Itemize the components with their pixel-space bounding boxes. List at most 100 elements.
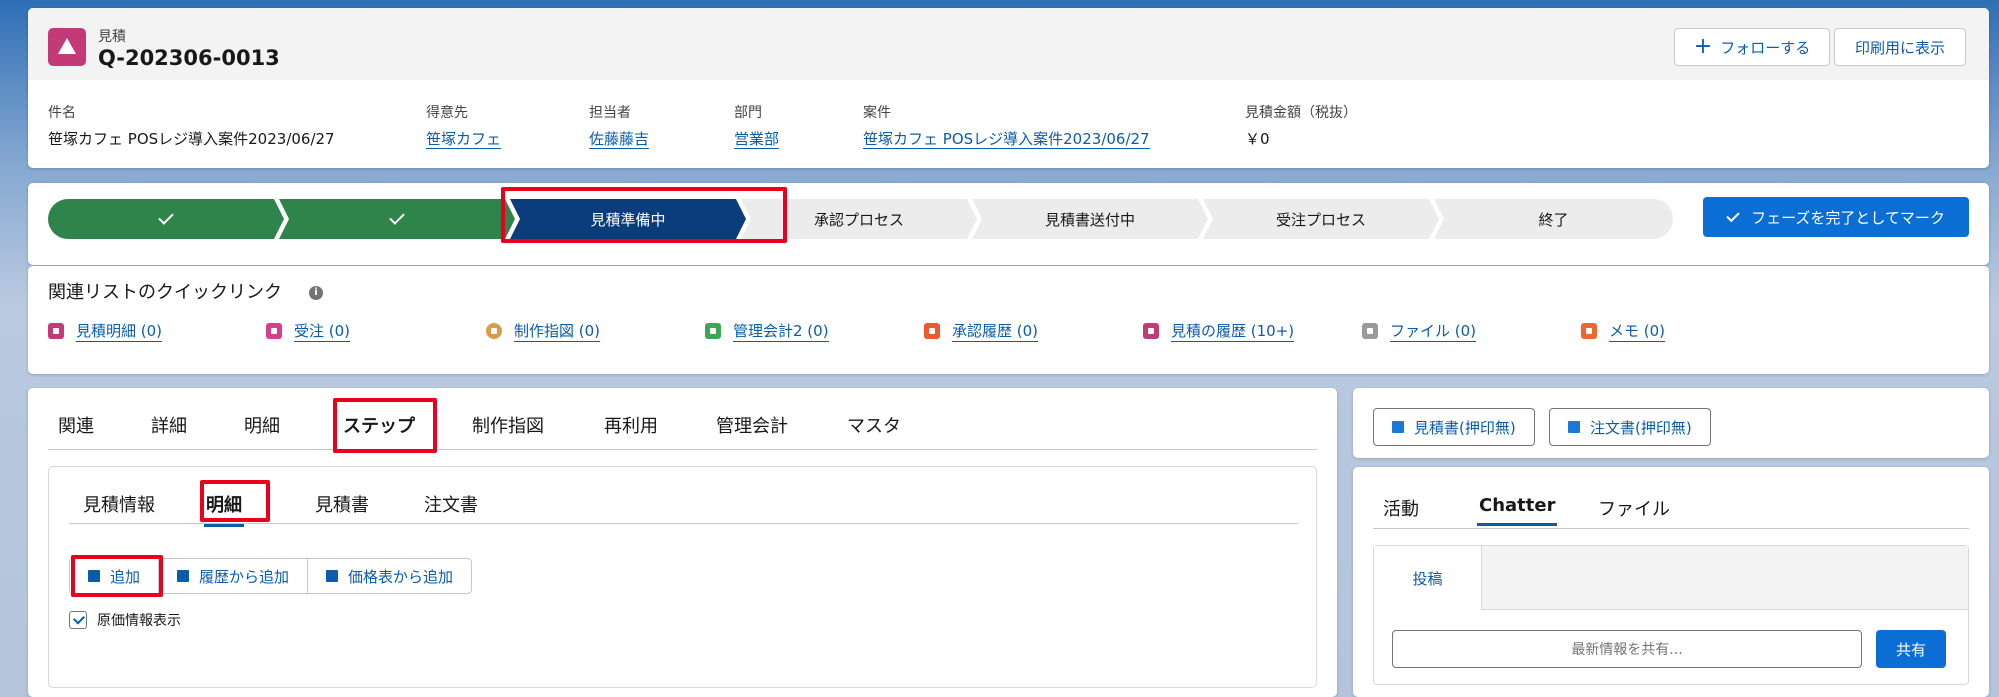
mark-phase-complete-button[interactable]: フェーズを完了としてマーク [1703, 197, 1969, 237]
activity-feed: 活動 Chatter ファイル 投稿 最新情報を共有... 共有 [1353, 467, 1989, 697]
tab-related[interactable]: 関連 [58, 412, 94, 438]
quick-link-label: メモ (0) [1609, 322, 1666, 342]
tab-chatter[interactable]: Chatter [1476, 495, 1558, 526]
highlight-box [501, 187, 787, 243]
print-view-label: 印刷用に表示 [1854, 38, 1945, 57]
path-step-1[interactable] [48, 199, 284, 239]
share-button[interactable]: 共有 [1876, 630, 1946, 668]
quick-link-quote-lines[interactable]: 見積明細 (0) [48, 320, 163, 342]
feed-tab-bar: 活動 Chatter ファイル [1373, 467, 1969, 529]
field-label: 部門 [734, 105, 762, 121]
quick-link-files[interactable]: ファイル (0) [1362, 320, 1477, 342]
quick-link-label: 承認履歴 (0) [952, 322, 1039, 342]
field-value: 笹塚カフェ POSレジ導入案件2023/06/27 [48, 130, 335, 148]
add-from-history-button[interactable]: 履歴から追加 [159, 559, 309, 593]
quick-link-production[interactable]: 制作指図 (0) [486, 320, 601, 342]
document-buttons-card: 見積書(押印無) 注文書(押印無) [1353, 388, 1989, 458]
main-tabset: 関連 詳細 明細 ステップ 制作指図 再利用 管理会計 マスタ 見積情報 明細 … [28, 388, 1337, 697]
quote-line-icon [48, 323, 64, 339]
main-tab-bar: 関連 詳細 明細 ステップ 制作指図 再利用 管理会計 マスタ [48, 388, 1317, 450]
field-label: 見積金額（税抜） [1245, 105, 1357, 121]
quote-history-icon [1143, 323, 1159, 339]
share-input[interactable]: 最新情報を共有... [1392, 630, 1862, 668]
field-value: ￥0 [1245, 130, 1270, 148]
follow-button[interactable]: + フォローする [1674, 28, 1830, 66]
record-title-bar: 見積 Q-202306-0013 + フォローする 印刷用に表示 [28, 8, 1989, 80]
tab-post[interactable]: 投稿 [1374, 546, 1482, 610]
field-label: 件名 [48, 105, 76, 121]
tab-reuse[interactable]: 再利用 [604, 412, 658, 438]
add-from-pricebook-button[interactable]: 価格表から追加 [308, 559, 471, 593]
tab-activity[interactable]: 活動 [1383, 495, 1419, 521]
quick-link-notes[interactable]: メモ (0) [1581, 320, 1666, 342]
check-icon [1726, 208, 1740, 222]
customer-link[interactable]: 笹塚カフェ [426, 130, 502, 149]
field-subject: 件名 笹塚カフェ POSレジ導入案件2023/06/27 [48, 102, 335, 149]
cost-info-row: 原価情報表示 [69, 610, 181, 630]
print-view-button[interactable]: 印刷用に表示 [1834, 28, 1966, 66]
quote-object-icon [48, 28, 86, 66]
quick-link-label: 管理会計2 (0) [733, 322, 829, 342]
composer-tabs: 投稿 [1374, 546, 1968, 610]
steps-panel: 見積情報 明細 見積書 注文書 追加 履歴から追加 価格表から追加 原価情報表示 [48, 466, 1317, 688]
pricebook-icon [326, 570, 339, 582]
quick-link-label: 見積明細 (0) [76, 322, 163, 342]
tab-production[interactable]: 制作指図 [472, 412, 544, 438]
chatter-composer: 投稿 最新情報を共有... 共有 [1373, 545, 1969, 685]
highlight-box [333, 398, 437, 453]
check-icon [158, 209, 174, 225]
list-icon [177, 570, 190, 582]
quick-link-label: 受注 (0) [294, 322, 351, 342]
field-opportunity: 案件 笹塚カフェ POSレジ導入案件2023/06/27 [863, 102, 1150, 149]
highlight-box [200, 480, 270, 522]
quick-link-orders[interactable]: 受注 (0) [266, 320, 351, 342]
field-label: 担当者 [589, 105, 631, 121]
department-link[interactable]: 営業部 [734, 130, 780, 149]
field-label: 案件 [863, 105, 891, 121]
object-label: 見積 [98, 29, 126, 45]
related-quick-links: 関連リストのクイックリンク i 見積明細 (0) 受注 (0) 制作指図 (0)… [28, 266, 1989, 374]
subtab-order-doc[interactable]: 注文書 [424, 491, 478, 517]
info-icon[interactable]: i [309, 286, 323, 300]
path-step-sending[interactable]: 見積書送付中 [972, 199, 1208, 239]
file-icon [1362, 323, 1378, 339]
add-from-pricebook-label: 価格表から追加 [348, 567, 454, 586]
document-icon [1392, 421, 1404, 433]
tab-lines[interactable]: 明細 [244, 412, 280, 438]
path-step-order[interactable]: 受注プロセス [1203, 199, 1439, 239]
approval-icon [924, 323, 940, 339]
cost-info-label: 原価情報表示 [97, 613, 181, 629]
tab-files[interactable]: ファイル [1598, 495, 1670, 521]
quick-link-approval-history[interactable]: 承認履歴 (0) [924, 320, 1039, 342]
note-icon [1581, 323, 1597, 339]
accounting-icon [705, 323, 721, 339]
opportunity-link[interactable]: 笹塚カフェ POSレジ導入案件2023/06/27 [863, 130, 1150, 149]
quick-link-label: 見積の履歴 (10+) [1171, 322, 1295, 342]
follow-button-label: フォローする [1720, 38, 1811, 57]
production-icon [486, 323, 502, 339]
cost-info-checkbox[interactable] [69, 611, 87, 629]
tab-details[interactable]: 詳細 [151, 412, 187, 438]
check-icon [389, 209, 405, 225]
plus-icon: + [1693, 34, 1713, 59]
quick-link-quote-history[interactable]: 見積の履歴 (10+) [1143, 320, 1295, 342]
subtab-quote-doc[interactable]: 見積書 [315, 491, 369, 517]
field-label: 得意先 [426, 105, 468, 121]
field-amount: 見積金額（税抜） ￥0 [1245, 102, 1357, 149]
quick-link-label: ファイル (0) [1390, 322, 1477, 342]
quote-no-stamp-button[interactable]: 見積書(押印無) [1373, 408, 1535, 446]
order-no-stamp-button[interactable]: 注文書(押印無) [1549, 408, 1711, 446]
field-department: 部門 営業部 [734, 102, 780, 149]
owner-link[interactable]: 佐藤藤吉 [589, 130, 650, 149]
path-step-2[interactable] [279, 199, 515, 239]
order-no-stamp-label: 注文書(押印無) [1590, 418, 1692, 437]
add-from-history-label: 履歴から追加 [199, 567, 290, 586]
field-owner: 担当者 佐藤藤吉 [589, 102, 650, 149]
path-step-closed[interactable]: 終了 [1434, 199, 1673, 239]
record-header: 見積 Q-202306-0013 + フォローする 印刷用に表示 件名 笹塚カフ… [28, 8, 1989, 168]
quick-link-accounting[interactable]: 管理会計2 (0) [705, 320, 829, 342]
subtab-quote-info[interactable]: 見積情報 [83, 491, 155, 517]
record-name: Q-202306-0013 [98, 46, 280, 70]
tab-master[interactable]: マスタ [847, 412, 901, 438]
tab-accounting[interactable]: 管理会計 [716, 412, 788, 438]
